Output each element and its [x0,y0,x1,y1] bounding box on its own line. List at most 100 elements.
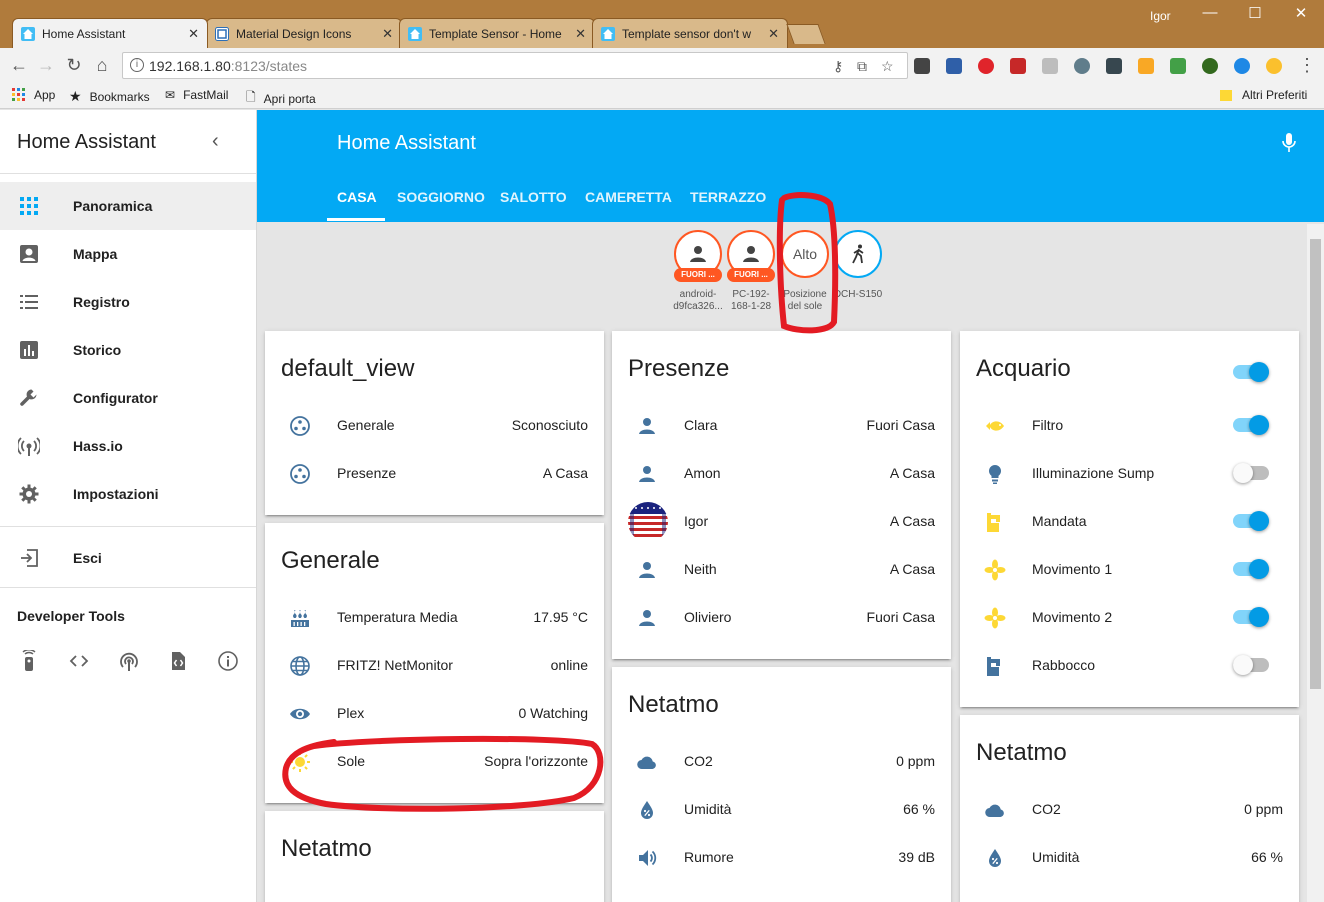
back-icon[interactable]: ← [8,55,30,76]
badge-dch-s150[interactable] [834,230,882,278]
switch-toggle[interactable] [1233,655,1269,675]
sidebar-item-impostazioni[interactable]: Impostazioni [0,470,256,518]
sidebar-item-mappa[interactable]: Mappa [0,230,256,278]
sidebar-item-hassio[interactable]: Hass.io [0,422,256,470]
key-icon[interactable]: ⚷ [833,58,843,75]
browser-tab-home-assistant[interactable]: Home Assistant ✕ [12,18,208,48]
page-scrollbar[interactable] [1307,224,1324,902]
antenna-icon[interactable] [118,650,140,672]
bookmark-label: App [34,88,56,102]
new-tab-button[interactable] [786,24,826,44]
entity-row[interactable]: Amon A Casa [612,450,951,498]
code-icon[interactable] [68,650,90,672]
scrollbar-thumb[interactable] [1310,239,1321,689]
extension-icon[interactable] [1138,58,1154,74]
browser-tab-template-sensor[interactable]: Template Sensor - Home ✕ [399,18,595,48]
tab-terrazzo[interactable]: TERRAZZO [690,189,766,205]
sidebar-item-registro[interactable]: Registro [0,278,256,326]
entity-row[interactable]: Plex 0 Watching [265,690,604,738]
entity-row[interactable]: Neith A Casa [612,546,951,594]
sidebar-item-esci[interactable]: Esci [0,534,256,582]
bookmark-apri-porta[interactable]: 🗋 Apri porta [246,88,316,109]
entity-row[interactable]: Umidità 66 % [960,834,1299,882]
close-tab-icon[interactable]: ✕ [188,26,199,42]
switch-row[interactable]: Filtro [960,402,1299,450]
entity-row[interactable]: CO2 0 ppm [612,738,951,786]
close-window-icon[interactable]: ✕ [1291,4,1311,22]
switch-toggle[interactable] [1233,511,1269,531]
entity-row[interactable]: Sole Sopra l'orizzonte [265,738,604,786]
extension-icon[interactable] [1266,58,1282,74]
extension-icon[interactable] [946,58,962,74]
extension-icon[interactable] [1170,58,1186,74]
entity-row[interactable]: Oliviero Fuori Casa [612,594,951,642]
gear-icon [19,484,39,504]
badge-pc[interactable]: FUORI ... [727,230,775,282]
bookmark-star-icon[interactable]: ☆ [881,58,894,75]
entity-row[interactable]: Presenze A Casa [265,450,604,498]
switch-row[interactable]: Mandata [960,498,1299,546]
badge-android[interactable]: FUORI ... [674,230,722,282]
sidebar-item-configurator[interactable]: Configurator [0,374,256,422]
entity-row[interactable]: FRITZ! NetMonitor online [265,642,604,690]
entity-name: Mandata [1032,513,1087,529]
tab-casa[interactable]: CASA [337,189,377,205]
extension-icon[interactable] [1106,58,1122,74]
file-code-icon[interactable] [167,650,189,672]
entity-row[interactable]: Generale Sconosciuto [265,402,604,450]
entity-state: Fuori Casa [866,417,935,433]
maximize-icon[interactable]: ☐ [1245,4,1265,22]
browser-tab-template-sensor-forum[interactable]: Template sensor don't w ✕ [592,18,788,48]
address-bar[interactable]: i 192.168.1.80:8123/states ⚷ ⧉ ☆ [122,52,908,79]
sidebar-item-panoramica[interactable]: Panoramica [0,182,256,230]
developer-tools-title: Developer Tools [17,608,125,624]
switch-toggle[interactable] [1233,463,1269,483]
switch-row[interactable]: Movimento 1 [960,546,1299,594]
close-tab-icon[interactable]: ✕ [382,26,393,42]
acquario-master-toggle[interactable] [1233,362,1269,382]
tab-salotto[interactable]: SALOTTO [500,189,567,205]
bookmark-app[interactable]: App [12,88,55,102]
switch-toggle[interactable] [1233,559,1269,579]
switch-toggle[interactable] [1233,607,1269,627]
badge-posizione-sole[interactable]: Alto [781,230,829,278]
extension-icon[interactable] [1234,58,1250,74]
switch-toggle[interactable] [1233,415,1269,435]
browser-tab-material-icons[interactable]: Material Design Icons ✕ [206,18,402,48]
switch-row[interactable]: Illuminazione Sump [960,450,1299,498]
chevron-left-icon[interactable]: ‹ [212,130,219,153]
pdf-extension-icon[interactable] [1042,58,1058,74]
extension-icon[interactable] [1010,58,1026,74]
microphone-icon[interactable] [1281,132,1297,154]
entity-row[interactable]: Umidità 66 % [612,786,951,834]
home-icon[interactable]: ⌂ [91,55,113,76]
extension-icon[interactable] [1074,58,1090,74]
extension-icon[interactable] [1202,58,1218,74]
close-tab-icon[interactable]: ✕ [575,26,586,42]
tab-cameretta[interactable]: CAMERETTA [585,189,672,205]
sidebar-item-storico[interactable]: Storico [0,326,256,374]
forward-icon[interactable]: → [35,55,57,76]
site-info-icon[interactable]: i [130,58,144,72]
entity-row[interactable]: Rumore 39 dB [612,834,951,882]
tab-soggiorno[interactable]: SOGGIORNO [397,189,485,205]
bookmark-fastmail[interactable]: ✉ FastMail [165,88,228,102]
opera-extension-icon[interactable] [978,58,994,74]
minimize-icon[interactable]: — [1200,4,1220,21]
close-tab-icon[interactable]: ✕ [768,26,779,42]
menu-icon[interactable]: ⋮ [1296,55,1318,76]
info-icon[interactable] [217,650,239,672]
other-bookmarks[interactable]: Altri Preferiti [1220,88,1307,102]
entity-row[interactable]: CO2 0 ppm [960,786,1299,834]
entity-row[interactable]: Igor A Casa [612,498,951,546]
bookmark-bookmarks[interactable]: ★ Bookmarks [69,88,150,105]
translate-icon[interactable]: ⧉ [857,58,867,75]
reload-icon[interactable]: ↻ [63,55,85,76]
badge-value: Alto [792,246,818,262]
switch-row[interactable]: Rabbocco [960,642,1299,690]
entity-row[interactable]: Temperatura Media 17.95 °C [265,594,604,642]
switch-row[interactable]: Movimento 2 [960,594,1299,642]
entity-row[interactable]: Clara Fuori Casa [612,402,951,450]
extension-icon[interactable] [914,58,930,74]
remote-icon[interactable] [18,650,40,672]
